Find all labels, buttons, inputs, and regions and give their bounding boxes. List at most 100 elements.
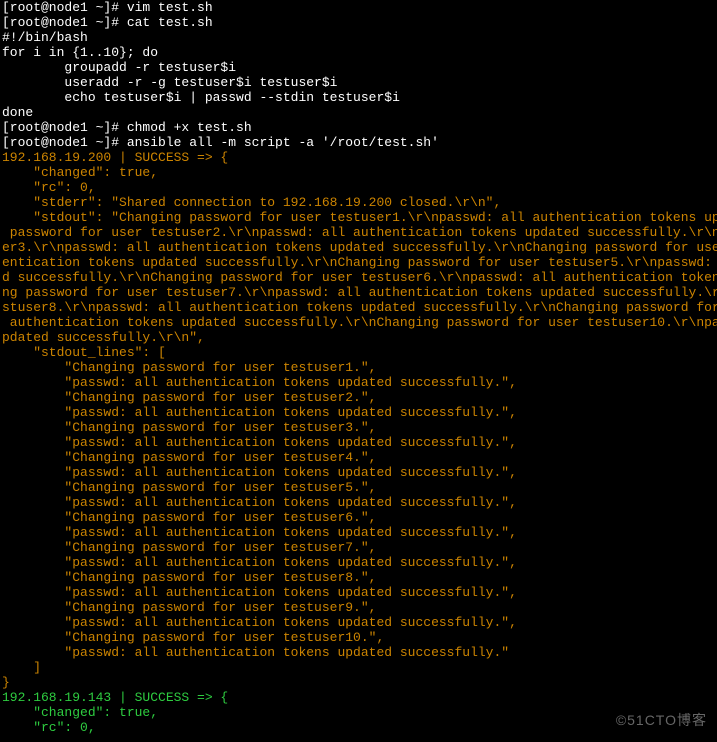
terminal-text: groupadd -r testuser$i bbox=[2, 60, 236, 75]
terminal-line: "changed": true, bbox=[2, 705, 715, 720]
terminal-line: stuser8.\r\npasswd: all authentication t… bbox=[2, 300, 715, 315]
terminal-line: "passwd: all authentication tokens updat… bbox=[2, 435, 715, 450]
terminal-line: ] bbox=[2, 660, 715, 675]
terminal-text: "passwd: all authentication tokens updat… bbox=[2, 435, 525, 450]
terminal-text: stuser8.\r\npasswd: all authentication t… bbox=[2, 300, 717, 315]
terminal-text: ] bbox=[2, 660, 41, 675]
terminal-line: "rc": 0, bbox=[2, 180, 715, 195]
terminal-line: ng password for user testuser7.\r\npassw… bbox=[2, 285, 715, 300]
terminal-text: "changed": true, bbox=[2, 165, 166, 180]
terminal-text: pdated successfully.\r\n", bbox=[2, 330, 213, 345]
terminal-line: authentication tokens updated successful… bbox=[2, 315, 715, 330]
terminal-text: useradd -r -g testuser$i testuser$i bbox=[2, 75, 337, 90]
terminal-text: "passwd: all authentication tokens updat… bbox=[2, 555, 525, 570]
terminal-line: "Changing password for user testuser5.", bbox=[2, 480, 715, 495]
terminal-line: "passwd: all authentication tokens updat… bbox=[2, 495, 715, 510]
terminal-text: [root@node1 ~]# bbox=[2, 0, 127, 15]
terminal-text: [root@node1 ~]# bbox=[2, 120, 127, 135]
terminal-line: echo testuser$i | passwd --stdin testuse… bbox=[2, 90, 715, 105]
terminal-line: "Changing password for user testuser8.", bbox=[2, 570, 715, 585]
terminal-line: "passwd: all authentication tokens updat… bbox=[2, 645, 715, 660]
terminal-text: [root@node1 ~]# bbox=[2, 135, 127, 150]
terminal-line: "stdout_lines": [ bbox=[2, 345, 715, 360]
terminal-text: "stdout": "Changing password for user te… bbox=[2, 210, 717, 225]
terminal-text: "passwd: all authentication tokens updat… bbox=[2, 495, 525, 510]
terminal-text: "changed": true, bbox=[2, 705, 166, 720]
terminal-line: "stdout": "Changing password for user te… bbox=[2, 210, 715, 225]
terminal-text: "Changing password for user testuser1.", bbox=[2, 360, 384, 375]
terminal-line: "Changing password for user testuser3.", bbox=[2, 420, 715, 435]
terminal-line: "passwd: all authentication tokens updat… bbox=[2, 465, 715, 480]
terminal-text: "passwd: all authentication tokens updat… bbox=[2, 585, 525, 600]
terminal-text: password for user testuser2.\r\npasswd: … bbox=[2, 225, 717, 240]
terminal-line: "stderr": "Shared connection to 192.168.… bbox=[2, 195, 715, 210]
terminal-text: "passwd: all authentication tokens updat… bbox=[2, 465, 525, 480]
terminal-text: "Changing password for user testuser10."… bbox=[2, 630, 392, 645]
terminal-line: "Changing password for user testuser7.", bbox=[2, 540, 715, 555]
terminal-line: "passwd: all authentication tokens updat… bbox=[2, 375, 715, 390]
terminal-line: [root@node1 ~]# ansible all -m script -a… bbox=[2, 135, 715, 150]
terminal-text: "rc": 0, bbox=[2, 720, 103, 735]
terminal-text: "passwd: all authentication tokens updat… bbox=[2, 525, 525, 540]
terminal-line: "passwd: all authentication tokens updat… bbox=[2, 405, 715, 420]
terminal-line: "Changing password for user testuser1.", bbox=[2, 360, 715, 375]
terminal-text: er3.\r\npasswd: all authentication token… bbox=[2, 240, 717, 255]
terminal-line: er3.\r\npasswd: all authentication token… bbox=[2, 240, 715, 255]
terminal-line: "changed": true, bbox=[2, 165, 715, 180]
terminal-text: authentication tokens updated successful… bbox=[2, 315, 717, 330]
terminal-line: pdated successfully.\r\n", bbox=[2, 330, 715, 345]
terminal-line: "Changing password for user testuser9.", bbox=[2, 600, 715, 615]
terminal-line: "passwd: all authentication tokens updat… bbox=[2, 615, 715, 630]
terminal-output[interactable]: [root@node1 ~]# vim test.sh[root@node1 ~… bbox=[0, 0, 717, 735]
terminal-text: ansible all -m script -a '/root/test.sh' bbox=[127, 135, 439, 150]
terminal-text: for i in {1..10}; do bbox=[2, 45, 158, 60]
terminal-line: "Changing password for user testuser6.", bbox=[2, 510, 715, 525]
terminal-text: "Changing password for user testuser8.", bbox=[2, 570, 384, 585]
terminal-line: "Changing password for user testuser10."… bbox=[2, 630, 715, 645]
terminal-text: chmod +x test.sh bbox=[127, 120, 252, 135]
terminal-line: for i in {1..10}; do bbox=[2, 45, 715, 60]
terminal-text: "Changing password for user testuser4.", bbox=[2, 450, 384, 465]
terminal-text: vim test.sh bbox=[127, 0, 213, 15]
terminal-line: [root@node1 ~]# chmod +x test.sh bbox=[2, 120, 715, 135]
terminal-text: #!/bin/bash bbox=[2, 30, 88, 45]
terminal-line: d successfully.\r\nChanging password for… bbox=[2, 270, 715, 285]
terminal-line: #!/bin/bash bbox=[2, 30, 715, 45]
terminal-line: entication tokens updated successfully.\… bbox=[2, 255, 715, 270]
terminal-text: "stderr": "Shared connection to 192.168.… bbox=[2, 195, 509, 210]
terminal-text: "rc": 0, bbox=[2, 180, 103, 195]
terminal-text: done bbox=[2, 105, 33, 120]
terminal-text: "passwd: all authentication tokens updat… bbox=[2, 615, 525, 630]
terminal-text: ng password for user testuser7.\r\npassw… bbox=[2, 285, 717, 300]
terminal-line: useradd -r -g testuser$i testuser$i bbox=[2, 75, 715, 90]
terminal-line: "passwd: all authentication tokens updat… bbox=[2, 555, 715, 570]
terminal-text: "passwd: all authentication tokens updat… bbox=[2, 375, 525, 390]
terminal-text: "Changing password for user testuser6.", bbox=[2, 510, 384, 525]
terminal-line: [root@node1 ~]# cat test.sh bbox=[2, 15, 715, 30]
terminal-text: [root@node1 ~]# bbox=[2, 15, 127, 30]
watermark: ©51CTO博客 bbox=[616, 713, 707, 728]
terminal-text: "Changing password for user testuser9.", bbox=[2, 600, 384, 615]
terminal-line: password for user testuser2.\r\npasswd: … bbox=[2, 225, 715, 240]
terminal-text: "Changing password for user testuser2.", bbox=[2, 390, 384, 405]
terminal-text: "stdout_lines": [ bbox=[2, 345, 166, 360]
terminal-text: 192.168.19.200 | SUCCESS => { bbox=[2, 150, 228, 165]
terminal-text: cat test.sh bbox=[127, 15, 213, 30]
terminal-text: } bbox=[2, 675, 10, 690]
terminal-text: "passwd: all authentication tokens updat… bbox=[2, 405, 525, 420]
terminal-line: "rc": 0, bbox=[2, 720, 715, 735]
terminal-text: "Changing password for user testuser7.", bbox=[2, 540, 384, 555]
terminal-line: [root@node1 ~]# vim test.sh bbox=[2, 0, 715, 15]
terminal-line: "passwd: all authentication tokens updat… bbox=[2, 585, 715, 600]
terminal-line: "Changing password for user testuser2.", bbox=[2, 390, 715, 405]
terminal-text: d successfully.\r\nChanging password for… bbox=[2, 270, 717, 285]
terminal-line: } bbox=[2, 675, 715, 690]
terminal-line: "Changing password for user testuser4.", bbox=[2, 450, 715, 465]
terminal-line: groupadd -r testuser$i bbox=[2, 60, 715, 75]
terminal-line: "passwd: all authentication tokens updat… bbox=[2, 525, 715, 540]
terminal-text: "Changing password for user testuser3.", bbox=[2, 420, 384, 435]
terminal-text: entication tokens updated successfully.\… bbox=[2, 255, 717, 270]
terminal-text: 192.168.19.143 | SUCCESS => { bbox=[2, 690, 228, 705]
terminal-line: 192.168.19.143 | SUCCESS => { bbox=[2, 690, 715, 705]
terminal-line: 192.168.19.200 | SUCCESS => { bbox=[2, 150, 715, 165]
